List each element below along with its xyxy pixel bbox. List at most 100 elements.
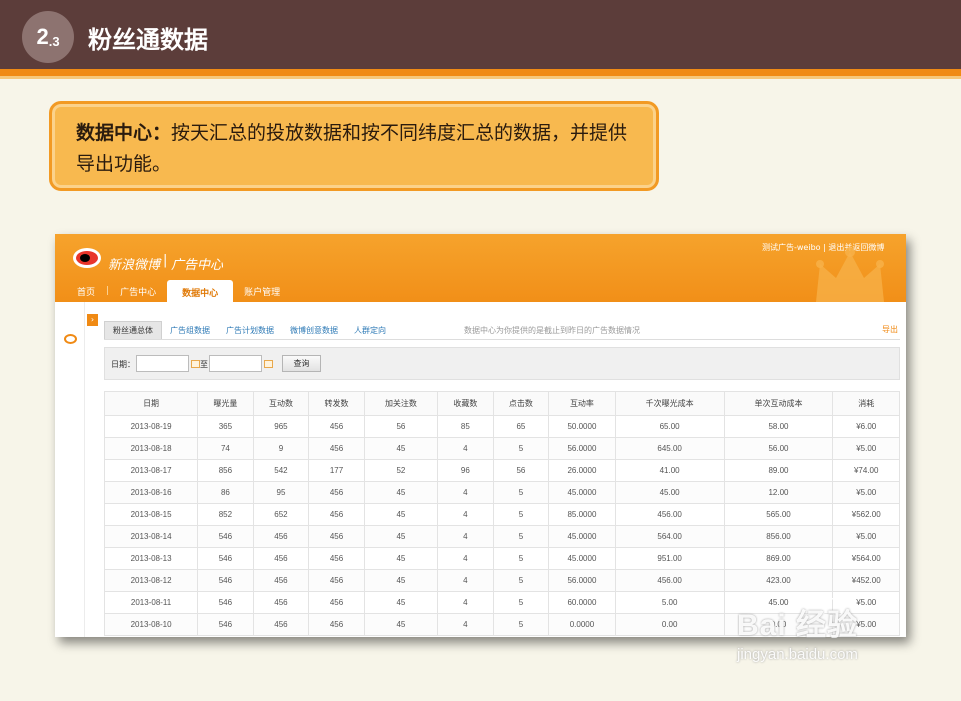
note-label: 数据中心： — [76, 122, 172, 144]
table-row: 2013-08-15 852 652 456 45 4 5 85.0000 456.00 565.… — [103, 503, 900, 526]
calendar-icon[interactable] — [191, 360, 200, 368]
data-note: 数据中心为你提供的是截止到昨日的广告数据情况 — [464, 326, 640, 335]
table-cell: 45.0000 — [548, 525, 616, 548]
table-cell: 56 — [492, 459, 550, 482]
table-cell: 85 — [437, 415, 494, 438]
table-cell: 45.0000 — [548, 547, 616, 570]
table-cell: 2013-08-18 — [103, 437, 199, 460]
table-header-cell: 点击数 — [492, 391, 550, 416]
table-cell: 65.00 — [614, 415, 725, 438]
export-link[interactable]: 导出 — [882, 324, 898, 335]
calendar-icon[interactable] — [264, 360, 273, 368]
table-header-cell: 收藏数 — [437, 391, 494, 416]
table-cell: 456 — [308, 481, 365, 504]
table-cell: 5 — [492, 481, 550, 504]
table-cell: 45 — [363, 481, 439, 504]
table-cell: 85.0000 — [548, 503, 616, 526]
table-cell: 45 — [363, 547, 439, 570]
date-label: 日期： — [111, 360, 135, 369]
table-cell: 45 — [363, 613, 439, 636]
table-cell: 4 — [437, 525, 494, 548]
section-sub-number: .3 — [48, 33, 60, 49]
tab-overall[interactable]: 粉丝通总体 — [104, 321, 162, 339]
table-cell: 951.00 — [614, 547, 725, 570]
table-header-cell: 曝光量 — [197, 391, 254, 416]
slide-title: 粉丝通数据 — [88, 26, 208, 54]
table-cell: 177 — [308, 459, 365, 482]
table-cell: 423.00 — [723, 569, 834, 592]
table-cell: 58.00 — [723, 415, 834, 438]
table-cell: 4 — [437, 547, 494, 570]
table-cell: 456 — [308, 591, 365, 614]
table-row: 2013-08-12 546 456 456 45 4 5 56.0000 456.00 423.… — [103, 569, 900, 592]
table-cell: 456 — [308, 569, 365, 592]
start-date-input[interactable] — [136, 355, 189, 372]
table-cell: 89.00 — [723, 459, 834, 482]
table-cell: ¥5.00 — [832, 437, 900, 460]
nav-account[interactable]: 账户管理 — [244, 285, 280, 298]
crown-icon — [816, 247, 884, 302]
table-cell: 546 — [197, 547, 254, 570]
table-cell: 456 — [252, 591, 310, 614]
tab-creative[interactable]: 微博创意数据 — [282, 322, 346, 339]
table-cell: 5 — [492, 503, 550, 526]
table-cell: 45 — [363, 437, 439, 460]
table-row: 2013-08-19 365 965 456 56 85 65 50.0000 65.00 58.… — [103, 415, 900, 438]
table-cell: 365 — [197, 415, 254, 438]
note-text: 数据中心：按天汇总的投放数据和按不同纬度汇总的数据，并提供导出功能。 — [76, 118, 646, 180]
tab-ad-group[interactable]: 广告组数据 — [162, 322, 218, 339]
table-cell: 52 — [363, 459, 439, 482]
baidu-watermark: Bai 经验 jingyan.baidu.com — [737, 600, 917, 680]
table-cell: 2013-08-15 — [103, 503, 199, 526]
table-cell: 56.0000 — [548, 437, 616, 460]
table-header-cell: 千次曝光成本 — [614, 391, 725, 416]
table-cell: 45 — [363, 591, 439, 614]
table-cell: 2013-08-10 — [103, 613, 199, 636]
table-cell: 12.00 — [723, 481, 834, 504]
table-cell: 45 — [363, 503, 439, 526]
nav-home[interactable]: 首页 — [77, 285, 95, 298]
table-cell: 9 — [252, 437, 310, 460]
nav-ad-center[interactable]: 广告中心 — [120, 285, 156, 298]
table-row: 2013-08-17 856 542 177 52 96 56 26.0000 41.00 89.… — [103, 459, 900, 482]
table-cell: ¥5.00 — [832, 481, 900, 504]
table-cell: ¥74.00 — [832, 459, 900, 482]
table-row: 2013-08-18 74 9 456 45 4 5 56.0000 645.00 56.00 ¥5… — [103, 437, 900, 460]
table-header-cell: 加关注数 — [363, 391, 439, 416]
filter-bar: 日期： 至 查询 — [104, 347, 900, 380]
table-cell: 456 — [252, 525, 310, 548]
table-cell: 4 — [437, 569, 494, 592]
table-header-cell: 日期 — [103, 391, 199, 416]
query-button[interactable]: 查询 — [282, 355, 321, 372]
table-cell: 5.00 — [614, 591, 725, 614]
table-cell: 60.0000 — [548, 591, 616, 614]
table-cell: 5 — [492, 613, 550, 636]
sidebar-toggle-icon[interactable]: › — [87, 314, 98, 326]
table-cell: 456 — [308, 503, 365, 526]
table-cell: 56.00 — [723, 437, 834, 460]
table-cell: ¥564.00 — [832, 547, 900, 570]
tab-ad-plan[interactable]: 广告计划数据 — [218, 322, 282, 339]
table-cell: 852 — [197, 503, 254, 526]
nav-separator: | — [106, 286, 110, 296]
table-cell: 564.00 — [614, 525, 725, 548]
brand-name: 新浪微博 — [108, 258, 161, 273]
table-header-cell: 转发数 — [308, 391, 365, 416]
watermark-sub: jingyan.baidu.com — [737, 646, 858, 663]
table-cell: 456 — [308, 613, 365, 636]
table-cell: 5 — [492, 437, 550, 460]
table-cell: 2013-08-13 — [103, 547, 199, 570]
table-cell: 456 — [252, 613, 310, 636]
end-date-input[interactable] — [209, 355, 262, 372]
table-header-cell: 单次互动成本 — [723, 391, 834, 416]
table-cell: 645.00 — [614, 437, 725, 460]
table-cell: 41.00 — [614, 459, 725, 482]
nav-data-center[interactable]: 数据中心 — [167, 280, 234, 304]
table-cell: 546 — [197, 525, 254, 548]
table-cell: 45.00 — [614, 481, 725, 504]
table-cell: 45.0000 — [548, 481, 616, 504]
table-cell: ¥5.00 — [832, 525, 900, 548]
table-cell: 45 — [363, 569, 439, 592]
brand-separator: | — [163, 253, 168, 268]
tab-targeting[interactable]: 人群定向 — [346, 322, 394, 339]
